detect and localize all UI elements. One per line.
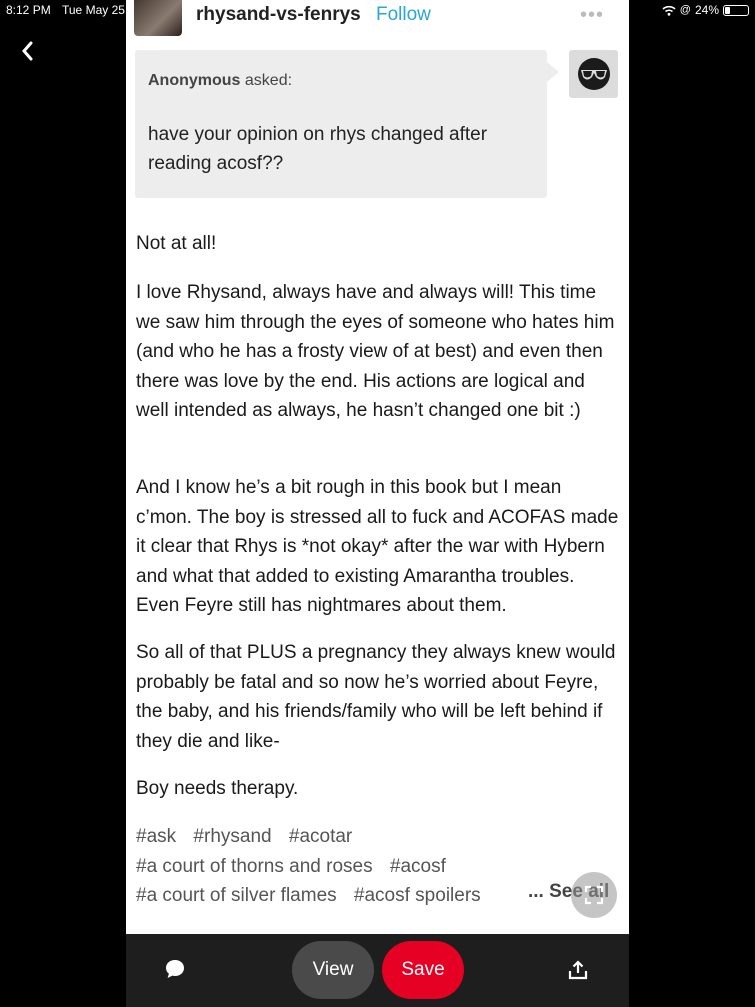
post-header: rhysand-vs-fenrys Follow ••• — [126, 0, 629, 36]
tag-acotar[interactable]: #acotar — [289, 826, 352, 847]
answer-paragraph: And I know he’s a bit rough in this book… — [136, 477, 619, 616]
status-time: 8:12 PM — [6, 3, 51, 17]
asked-label: asked: — [240, 72, 293, 89]
answer-paragraph: Not at all! — [136, 233, 217, 254]
more-options-icon[interactable]: ••• — [580, 4, 604, 27]
anonymous-sunglasses-icon — [577, 58, 610, 90]
fullscreen-icon — [584, 885, 604, 905]
share-icon[interactable] — [568, 960, 588, 980]
ask-question: have your opinion on rhys changed after … — [148, 124, 488, 174]
battery-level — [725, 6, 731, 14]
asker-line: Anonymous asked: — [148, 72, 292, 90]
comment-icon[interactable] — [164, 958, 186, 980]
answer-paragraph: I love Rhysand, always have and always w… — [136, 282, 615, 421]
chevron-left-icon — [22, 41, 33, 61]
status-date: Tue May 25 — [62, 3, 125, 17]
follow-button[interactable]: Follow — [376, 4, 431, 26]
tag-rhysand[interactable]: #rhysand — [193, 826, 271, 847]
tag-a-court-of-silver-flames[interactable]: #a court of silver flames — [136, 885, 337, 906]
answer-paragraph: So all of that PLUS a pregnancy they alw… — [136, 642, 616, 752]
ask-box: Anonymous asked: have your opinion on rh… — [135, 50, 559, 198]
asker-name[interactable]: Anonymous — [148, 72, 240, 89]
orientation-lock-icon: @ — [679, 4, 691, 16]
answer-paragraph: Boy needs therapy. — [136, 778, 299, 799]
view-button[interactable]: View — [292, 941, 374, 999]
tag-ask[interactable]: #ask — [136, 826, 176, 847]
expand-icon[interactable] — [571, 872, 617, 918]
wifi-icon — [662, 5, 676, 16]
anonymous-avatar — [569, 50, 618, 98]
status-indicators: @ 24% — [662, 3, 749, 17]
battery-percent: 24% — [694, 3, 719, 17]
tag-a-court-of-thorns-and-roses[interactable]: #a court of thorns and roses — [136, 856, 373, 877]
post-card: rhysand-vs-fenrys Follow ••• Anonymous a… — [126, 0, 629, 934]
tag-acosf-spoilers[interactable]: #acosf spoilers — [354, 885, 481, 906]
battery-icon — [723, 4, 749, 16]
blog-name[interactable]: rhysand-vs-fenrys — [196, 4, 361, 26]
blog-avatar[interactable] — [134, 0, 182, 36]
tag-acosf[interactable]: #acosf — [390, 856, 446, 877]
back-button[interactable] — [20, 38, 46, 68]
save-button[interactable]: Save — [382, 941, 464, 999]
bottom-action-bar: View Save — [126, 934, 629, 1007]
